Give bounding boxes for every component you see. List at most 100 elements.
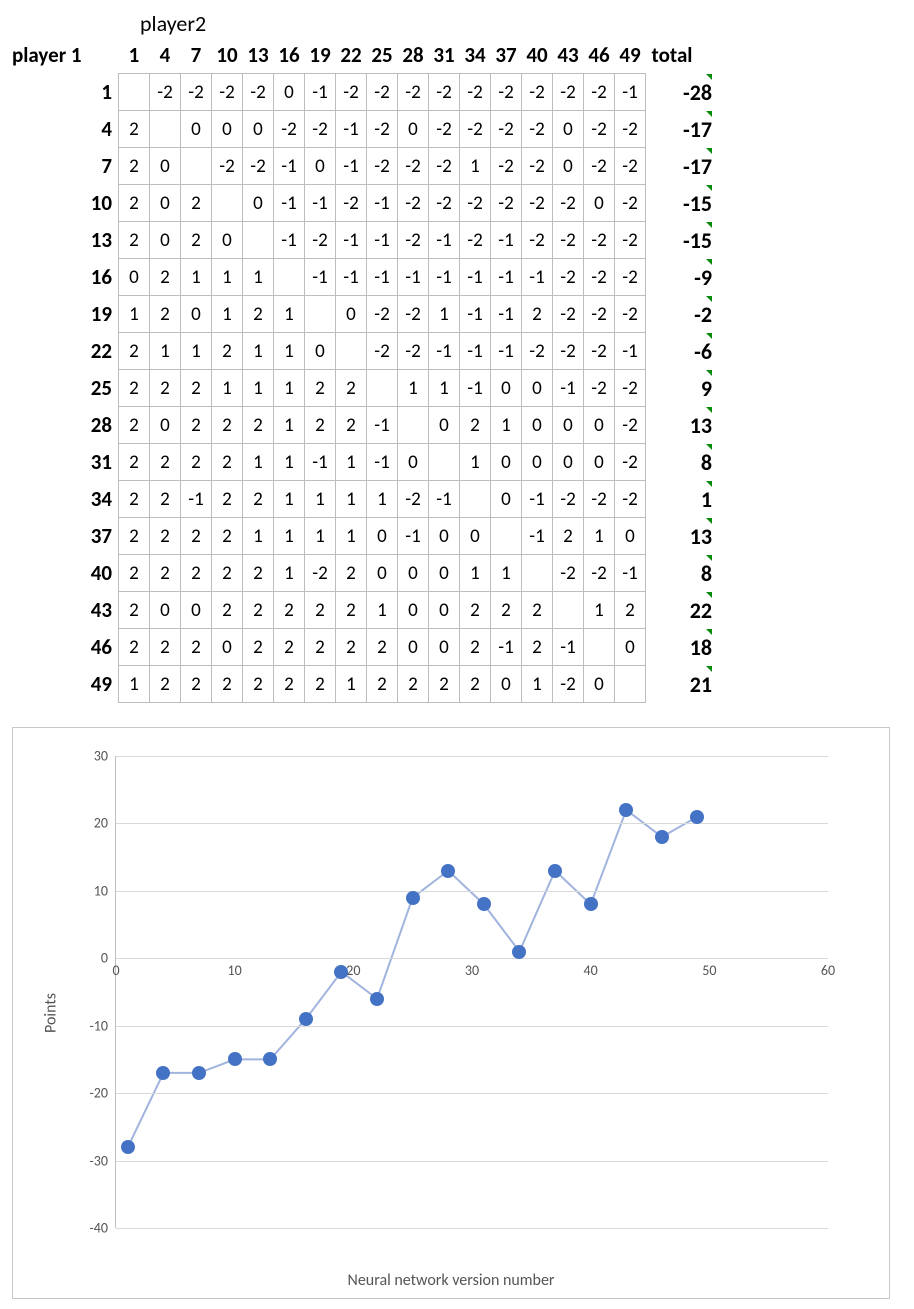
cell: -2 xyxy=(367,333,398,370)
cell: -1 xyxy=(398,259,429,296)
cell: -2 xyxy=(522,74,553,111)
cell: 2 xyxy=(212,666,243,703)
row-total: -6 xyxy=(646,333,713,370)
cell: 2 xyxy=(150,666,181,703)
row-total: -15 xyxy=(646,185,713,222)
table-row: 132020-1-2-1-1-2-1-2-1-2-2-2-2-15 xyxy=(12,222,712,259)
table-row: 4912222221222201-2021 xyxy=(12,666,712,703)
col-header: 40 xyxy=(522,37,553,74)
row-header: 22 xyxy=(12,333,119,370)
cell: -2 xyxy=(398,333,429,370)
cell: 1 xyxy=(274,407,305,444)
row-header: 7 xyxy=(12,148,119,185)
cell: -2 xyxy=(398,185,429,222)
row-header: 16 xyxy=(12,259,119,296)
chart-point xyxy=(655,830,669,844)
cell: 2 xyxy=(150,629,181,666)
cell: 0 xyxy=(584,185,615,222)
cell: 0 xyxy=(181,296,212,333)
cell: -1 xyxy=(460,333,491,370)
chart-point xyxy=(690,810,704,824)
cell: -2 xyxy=(460,222,491,259)
cell xyxy=(615,666,646,703)
cell: 1 xyxy=(274,555,305,592)
cell: 0 xyxy=(150,222,181,259)
table-row: 2820222122-1021000-213 xyxy=(12,407,712,444)
cell: -2 xyxy=(522,185,553,222)
cell: 0 xyxy=(491,444,522,481)
cell: 2 xyxy=(150,370,181,407)
cell: 0 xyxy=(367,518,398,555)
cell: -2 xyxy=(522,333,553,370)
cell: 0 xyxy=(212,111,243,148)
cell: 2 xyxy=(119,222,150,259)
table-row: 3422-1221111-2-10-1-2-2-21 xyxy=(12,481,712,518)
cell: 0 xyxy=(398,111,429,148)
table-body: 1-2-2-2-20-1-2-2-2-2-2-2-2-2-2-1-2842000… xyxy=(12,74,712,703)
gridline xyxy=(116,823,828,824)
cell: 1 xyxy=(243,370,274,407)
cell: 1 xyxy=(367,592,398,629)
cell: -1 xyxy=(181,481,212,518)
cell: 1 xyxy=(181,333,212,370)
cell: 0 xyxy=(553,148,584,185)
cell: -2 xyxy=(584,481,615,518)
cell: 2 xyxy=(274,666,305,703)
cell: 2 xyxy=(336,592,367,629)
row-header: 28 xyxy=(12,407,119,444)
table-row: 43200222221002221222 xyxy=(12,592,712,629)
cell: 2 xyxy=(212,592,243,629)
cell: -2 xyxy=(429,74,460,111)
cell: 0 xyxy=(491,370,522,407)
player1-label: player 1 xyxy=(12,37,119,74)
row-total: 8 xyxy=(646,444,713,481)
cell: 2 xyxy=(460,592,491,629)
cell xyxy=(429,444,460,481)
cell: 0 xyxy=(491,481,522,518)
row-total: -15 xyxy=(646,222,713,259)
cell: 0 xyxy=(305,148,336,185)
cell: 2 xyxy=(243,296,274,333)
cell: -1 xyxy=(274,185,305,222)
cell: 2 xyxy=(243,555,274,592)
cell: -1 xyxy=(429,222,460,259)
cell: 1 xyxy=(119,296,150,333)
cell: 1 xyxy=(336,444,367,481)
col-header: 10 xyxy=(212,37,243,74)
table-row: 222112110-2-2-1-1-1-2-2-2-1-6 xyxy=(12,333,712,370)
cell: -2 xyxy=(553,333,584,370)
col-header: 16 xyxy=(274,37,305,74)
chart-point xyxy=(228,1052,242,1066)
cell: 2 xyxy=(367,629,398,666)
cell: 2 xyxy=(181,518,212,555)
cell: 0 xyxy=(212,222,243,259)
row-total: 9 xyxy=(646,370,713,407)
cell: -2 xyxy=(584,370,615,407)
table-row: 1602111-1-1-1-1-1-1-1-1-2-2-2-9 xyxy=(12,259,712,296)
cell: -2 xyxy=(615,259,646,296)
cell: -2 xyxy=(398,74,429,111)
cell: 2 xyxy=(460,629,491,666)
col-header: 28 xyxy=(398,37,429,74)
col-header: 46 xyxy=(584,37,615,74)
cell: 2 xyxy=(305,629,336,666)
cell: 0 xyxy=(398,444,429,481)
cell: -2 xyxy=(553,259,584,296)
y-tick-label: -30 xyxy=(74,1152,108,1169)
cell: 0 xyxy=(522,407,553,444)
cell: -2 xyxy=(305,222,336,259)
cell: 1 xyxy=(336,518,367,555)
cell: -1 xyxy=(491,296,522,333)
cell: -2 xyxy=(181,74,212,111)
cell: -1 xyxy=(336,148,367,185)
cell: -2 xyxy=(584,296,615,333)
cell: -1 xyxy=(336,259,367,296)
cell: 2 xyxy=(274,592,305,629)
cell: 2 xyxy=(336,407,367,444)
cell xyxy=(460,481,491,518)
chart-point xyxy=(619,803,633,817)
plot-area: -40-30-20-1001020300102030405060 xyxy=(115,756,828,1228)
cell xyxy=(243,222,274,259)
cell: -2 xyxy=(398,296,429,333)
cell: 1 xyxy=(243,333,274,370)
